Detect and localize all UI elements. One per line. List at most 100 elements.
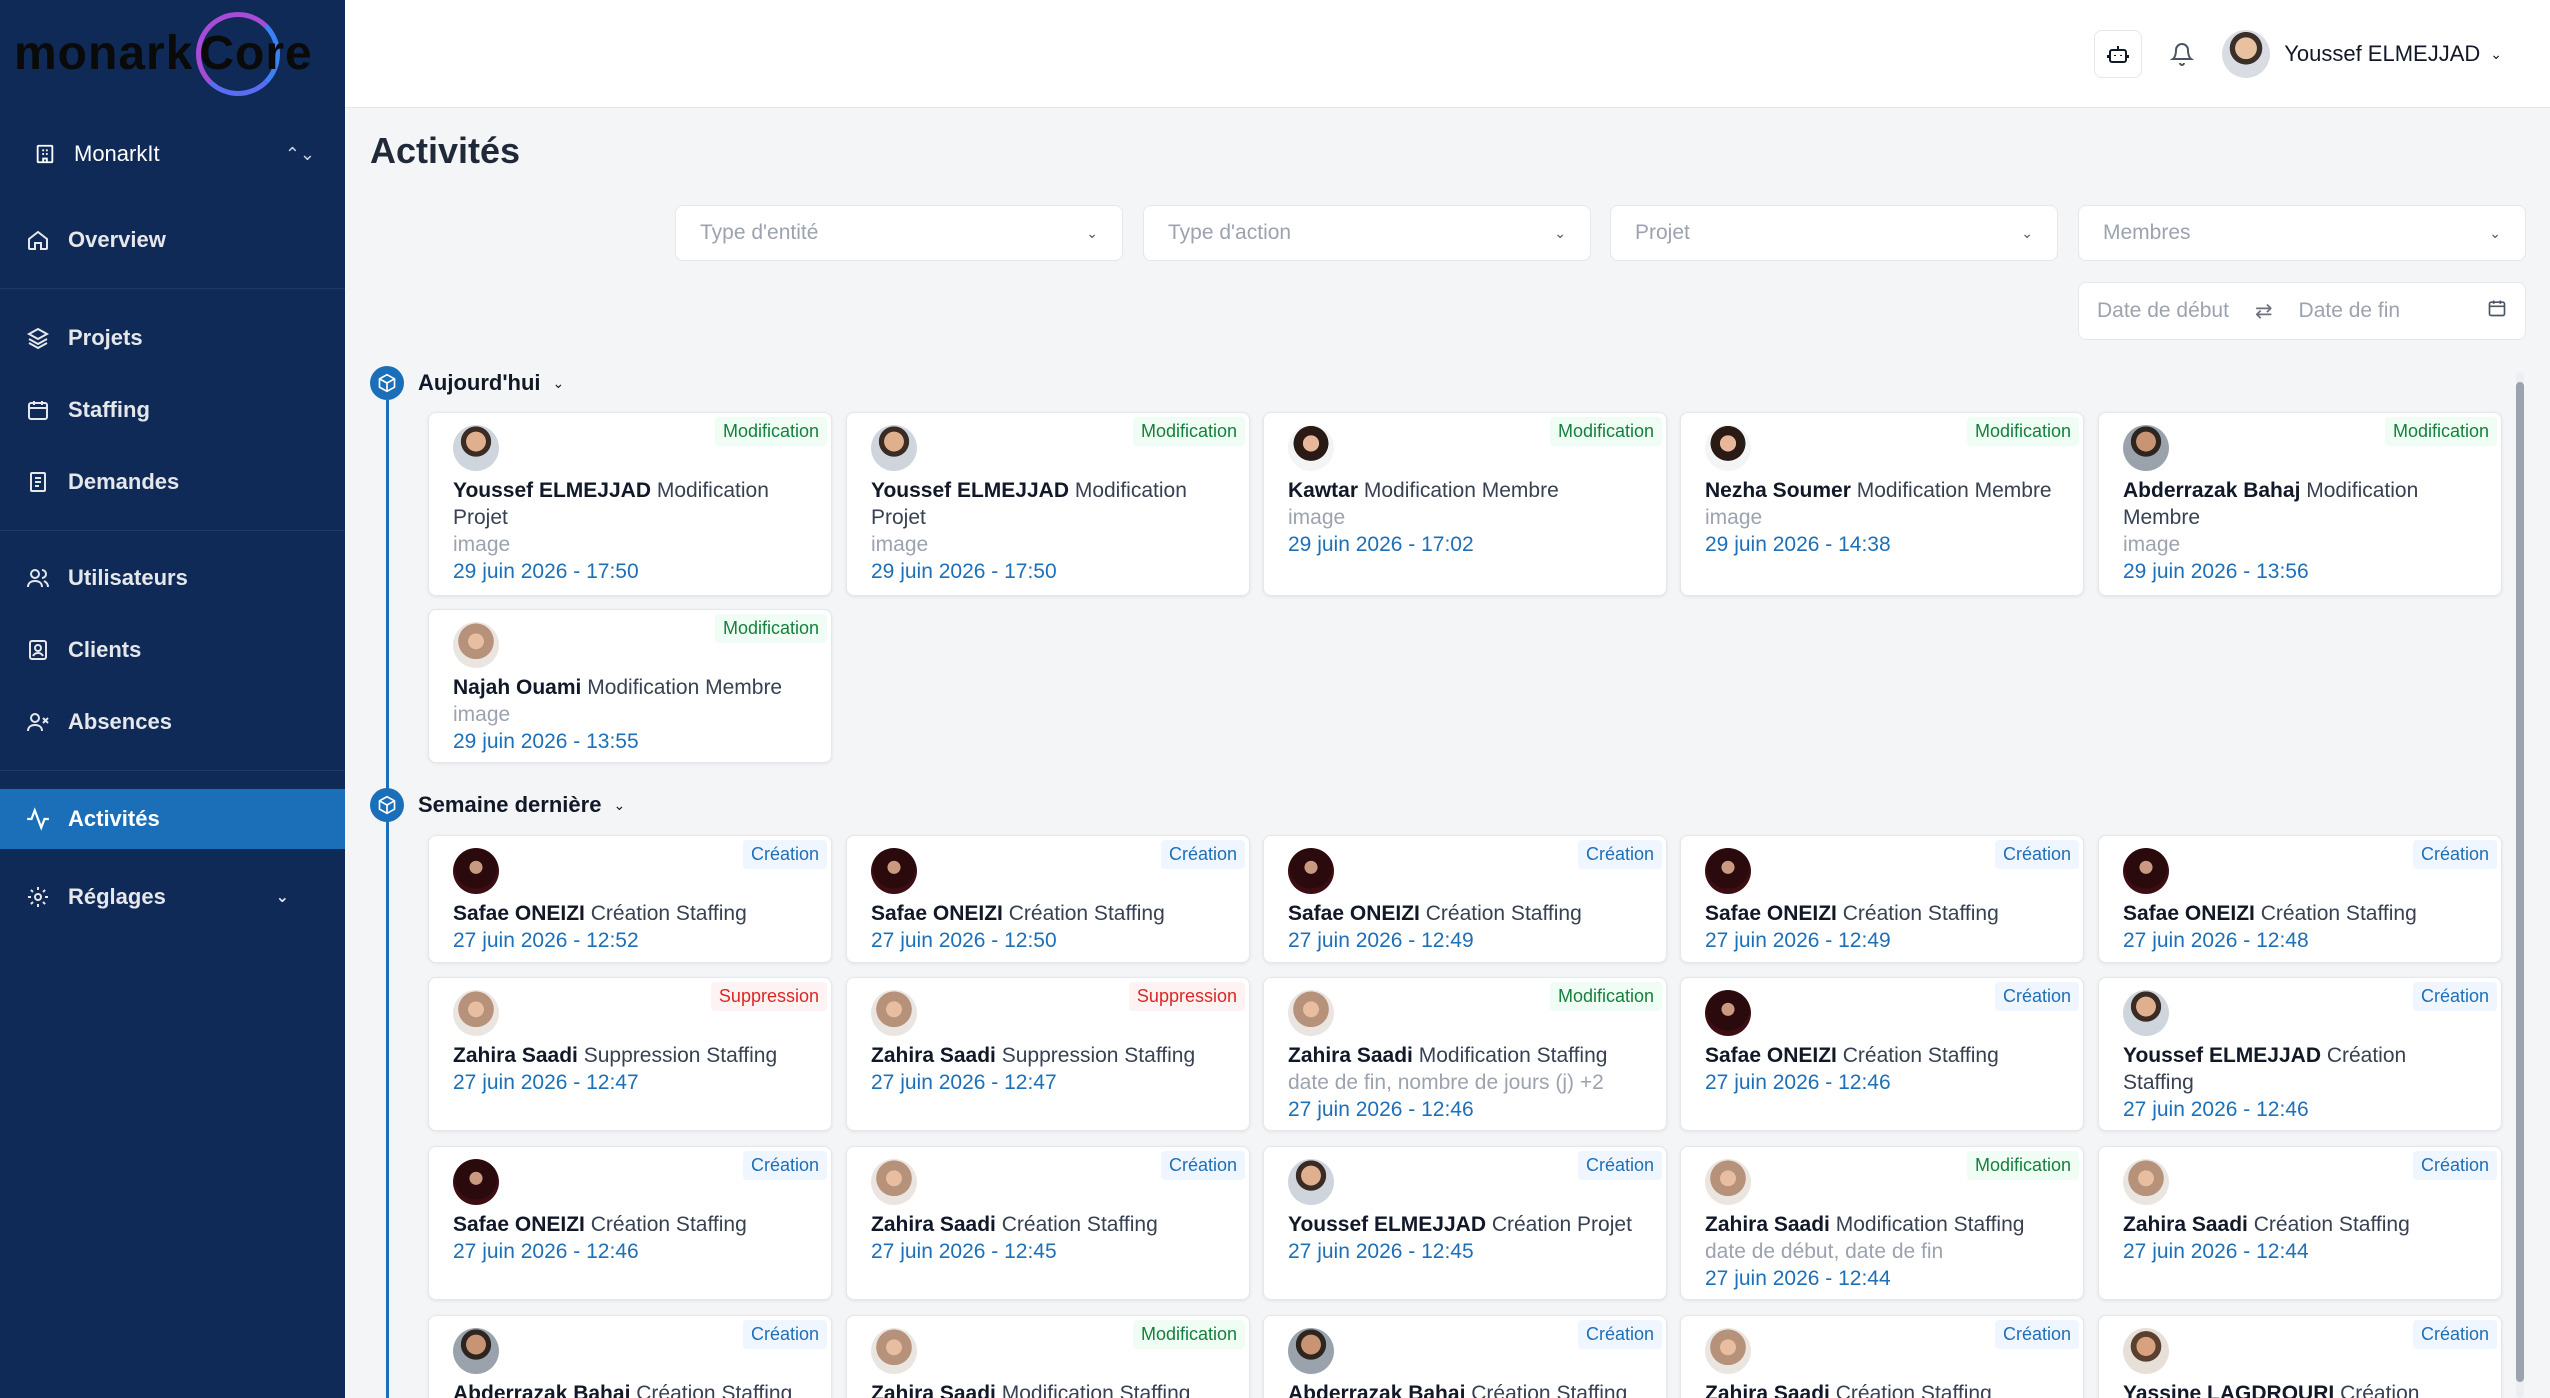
- action-text: Création Staffing: [2254, 902, 2417, 925]
- nav-divider: [0, 288, 345, 289]
- activity-card[interactable]: Modification Nezha Soumer Modification Me…: [1680, 412, 2084, 596]
- action-badge: Modification: [1549, 982, 1662, 1011]
- project-select[interactable]: Projet ⌄: [1610, 205, 2058, 261]
- activity-card[interactable]: Modification Zahira Saadi Modification St…: [846, 1315, 1250, 1398]
- actor-name: Youssef ELMEJJAD: [2123, 1044, 2321, 1067]
- chevron-down-icon[interactable]: ⌄: [2490, 46, 2502, 63]
- activity-card[interactable]: Suppression Zahira Saadi Suppression Staf…: [846, 977, 1250, 1131]
- activity-card[interactable]: Suppression Zahira Saadi Suppression Staf…: [428, 977, 832, 1131]
- action-badge: Création: [742, 840, 827, 869]
- sidebar-item-utilisateurs[interactable]: Utilisateurs: [0, 548, 345, 608]
- action-text: Création Staffing: [995, 1213, 1158, 1236]
- avatar: [453, 1159, 499, 1205]
- avatar: [453, 1328, 499, 1374]
- action-badge: Suppression: [710, 982, 827, 1011]
- activity-card[interactable]: Création Zahira Saadi Création Staffing 27…: [846, 1146, 1250, 1300]
- activity-text: Abderrazak Bahaj Création Staffing: [453, 1380, 807, 1398]
- start-date-input[interactable]: Date de début: [2097, 299, 2229, 323]
- activity-card[interactable]: Création Youssef ELMEJJAD Création Projet…: [1263, 1146, 1667, 1300]
- sidebar-item-projets[interactable]: Projets: [0, 308, 345, 368]
- activity-card[interactable]: Création Zahira Saadi Création Staffing 27…: [2098, 1146, 2502, 1300]
- activity-card[interactable]: Création Zahira Saadi Création Staffing: [1680, 1315, 2084, 1398]
- entity-type-select[interactable]: Type d'entité ⌄: [675, 205, 1123, 261]
- bell-icon: [2170, 43, 2195, 66]
- activity-card[interactable]: Création Safae ONEIZI Création Staffing 27…: [428, 835, 832, 963]
- nav-divider: [0, 530, 345, 531]
- activity-date: 27 juin 2026 - 12:46: [2123, 1098, 2309, 1121]
- bot-button[interactable]: [2094, 30, 2143, 78]
- sidebar-item-activites[interactable]: Activités: [0, 789, 345, 849]
- activity-card[interactable]: Création Yassine LAGDROURI Création: [2098, 1315, 2502, 1398]
- activity-card[interactable]: Modification Kawtar Modification Membre im…: [1263, 412, 1667, 596]
- brand-logo[interactable]: monark Core: [14, 12, 334, 96]
- activity-date: 29 juin 2026 - 14:38: [1705, 533, 1891, 556]
- action-text: Modification Staffing: [1829, 1213, 2025, 1236]
- activity-card[interactable]: Modification Youssef ELMEJJAD Modificatio…: [846, 412, 1250, 596]
- action-badge: Modification: [1549, 417, 1662, 446]
- end-date-input[interactable]: Date de fin: [2299, 299, 2401, 323]
- activity-card[interactable]: Modification Zahira Saadi Modification St…: [1680, 1146, 2084, 1300]
- actor-name: Najah Ouami: [453, 676, 582, 699]
- action-badge: Création: [1994, 1320, 2079, 1349]
- sidebar-item-overview[interactable]: Overview: [0, 210, 345, 270]
- chevron-down-icon: ⌄: [1086, 224, 1098, 241]
- action-badge: Création: [2412, 840, 2497, 869]
- members-select[interactable]: Membres ⌄: [2078, 205, 2526, 261]
- activity-card[interactable]: Création Safae ONEIZI Création Staffing 27…: [846, 835, 1250, 963]
- activity-text: Zahira Saadi Suppression Staffing: [871, 1042, 1225, 1069]
- actor-name: Zahira Saadi: [2123, 1213, 2248, 1236]
- activity-card[interactable]: Modification Najah Ouami Modification Mem…: [428, 609, 832, 763]
- avatar: [453, 990, 499, 1036]
- avatar: [1288, 848, 1334, 894]
- user-name[interactable]: Youssef ELMEJJAD: [2284, 41, 2480, 67]
- scrollbar-thumb[interactable]: [2516, 382, 2524, 1382]
- sidebar-item-clients[interactable]: Clients: [0, 620, 345, 680]
- action-badge: Modification: [714, 614, 827, 643]
- sidebar-item-staffing[interactable]: Staffing: [0, 380, 345, 440]
- action-text: Modification Membre: [581, 676, 783, 699]
- user-avatar[interactable]: [2222, 30, 2271, 78]
- action-text: Création Staffing: [1829, 1382, 1992, 1398]
- action-badge: Création: [742, 1151, 827, 1180]
- action-text: Modification Membre: [1850, 479, 2052, 502]
- activity-card[interactable]: Modification Zahira Saadi Modification St…: [1263, 977, 1667, 1131]
- actor-name: Abderrazak Bahaj: [453, 1382, 631, 1398]
- activity-card[interactable]: Création Safae ONEIZI Création Staffing 27…: [1263, 835, 1667, 963]
- activity-card[interactable]: Modification Youssef ELMEJJAD Modificatio…: [428, 412, 832, 596]
- section-today[interactable]: Aujourd'hui ⌄: [370, 365, 564, 401]
- actor-name: Safae ONEIZI: [453, 1213, 585, 1236]
- activity-card[interactable]: Création Abderrazak Bahaj Création Staffi…: [428, 1315, 832, 1398]
- sidebar-item-label: Absences: [68, 709, 172, 734]
- org-switcher[interactable]: MonarkIt ⌃⌄: [30, 132, 315, 176]
- activity-card[interactable]: Création Safae ONEIZI Création Staffing 27…: [1680, 977, 2084, 1131]
- sidebar-item-reglages[interactable]: Réglages ⌄: [0, 867, 345, 927]
- date-range-picker[interactable]: Date de début ⇄ Date de fin: [2078, 282, 2526, 340]
- actor-name: Zahira Saadi: [1705, 1382, 1830, 1398]
- settings-icon: [22, 881, 54, 913]
- notifications-button[interactable]: [2164, 30, 2200, 78]
- sidebar-item-demandes[interactable]: Demandes: [0, 452, 345, 512]
- activity-date: 27 juin 2026 - 12:45: [871, 1240, 1057, 1263]
- activity-date: 27 juin 2026 - 12:49: [1705, 929, 1891, 952]
- action-type-select[interactable]: Type d'action ⌄: [1143, 205, 1591, 261]
- activity-text: Youssef ELMEJJAD Création Staffing: [2123, 1042, 2477, 1096]
- actor-name: Zahira Saadi: [453, 1044, 578, 1067]
- activity-card[interactable]: Modification Abderrazak Bahaj Modificatio…: [2098, 412, 2502, 596]
- activity-card[interactable]: Création Safae ONEIZI Création Staffing 27…: [2098, 835, 2502, 963]
- scrollbar[interactable]: [2516, 372, 2524, 1398]
- activity-card[interactable]: Création Safae ONEIZI Création Staffing 27…: [1680, 835, 2084, 963]
- actor-name: Abderrazak Bahaj: [1288, 1382, 1466, 1398]
- activity-card[interactable]: Création Abderrazak Bahaj Création Staffi…: [1263, 1315, 1667, 1398]
- section-last-week[interactable]: Semaine dernière ⌄: [370, 787, 625, 823]
- action-text: Modification Membre: [1358, 479, 1559, 502]
- avatar: [871, 1328, 917, 1374]
- activity-text: Safae ONEIZI Création Staffing: [2123, 900, 2477, 927]
- action-text: Création Staffing: [1002, 902, 1165, 925]
- activity-card[interactable]: Création Safae ONEIZI Création Staffing 27…: [428, 1146, 832, 1300]
- chevron-down-icon: ⌄: [552, 374, 565, 391]
- action-text: Création Projet: [1486, 1213, 1632, 1236]
- sidebar-item-absences[interactable]: Absences: [0, 692, 345, 752]
- calendar-icon[interactable]: [2487, 298, 2507, 324]
- activity-card[interactable]: Création Youssef ELMEJJAD Création Staffi…: [2098, 977, 2502, 1131]
- activity-date: 27 juin 2026 - 12:44: [2123, 1240, 2309, 1263]
